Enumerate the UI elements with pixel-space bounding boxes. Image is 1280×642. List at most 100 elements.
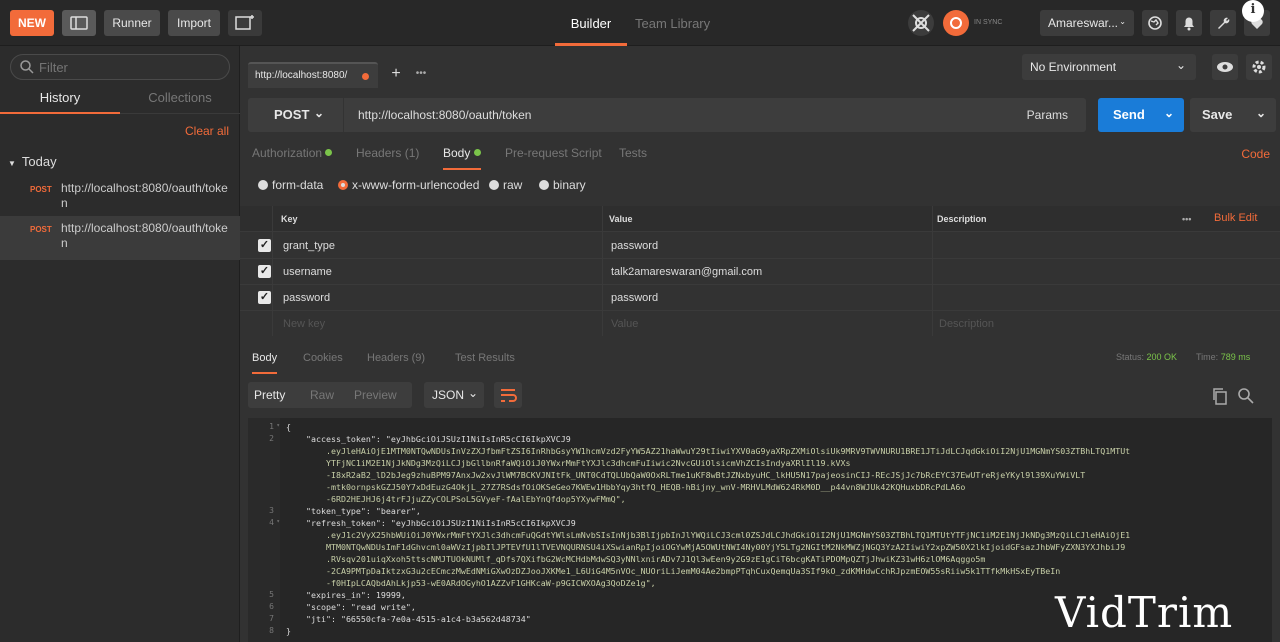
tab-headers[interactable]: Headers (1) xyxy=(356,146,419,160)
send-button[interactable]: Send ⌄ xyxy=(1098,98,1184,132)
add-tab-button[interactable]: + xyxy=(386,64,406,84)
code-line: .eyJleHAiOjE1MTM0NTQwNDUsInVzZXJfbmFtZSI… xyxy=(286,446,1131,456)
interceptor-icon[interactable] xyxy=(908,10,934,36)
sidebar-toggle-button[interactable] xyxy=(62,10,96,36)
history-item[interactable]: POST http://localhost:8080/oauth/token xyxy=(0,216,240,260)
request-tab[interactable]: http://localhost:8080/ xyxy=(248,62,378,88)
bulk-edit-link[interactable]: Bulk Edit xyxy=(1214,212,1257,224)
row-value[interactable]: password xyxy=(611,292,658,304)
notifications-button[interactable] xyxy=(1176,10,1202,36)
chevron-down-icon[interactable]: ⌄ xyxy=(1256,96,1266,130)
tab-body-label: Body xyxy=(443,146,471,160)
new-value-input[interactable]: Value xyxy=(611,318,638,330)
more-tabs-button[interactable]: ••• xyxy=(410,64,432,84)
search-icon xyxy=(20,60,34,74)
new-button[interactable]: NEW xyxy=(10,10,54,36)
line-number: 6 xyxy=(269,602,274,611)
params-button[interactable]: Params xyxy=(1027,108,1068,122)
radio-binary[interactable]: binary xyxy=(539,178,586,192)
new-key-input[interactable]: New key xyxy=(283,318,325,330)
status-label: Status: xyxy=(1116,352,1145,362)
clear-all-link[interactable]: Clear all xyxy=(185,124,229,138)
gear-icon xyxy=(1252,60,1266,74)
info-icon[interactable]: i xyxy=(1242,0,1264,22)
code-line: "token_type": "bearer", xyxy=(286,506,421,516)
new-description-input[interactable]: Description xyxy=(939,318,994,330)
tab-body[interactable]: Body xyxy=(443,146,481,170)
manage-environments-button[interactable] xyxy=(1246,54,1272,80)
code-line: .RVsqv201uiqXxoh5ttscNMJTUOkNUMlf_qDfs7Q… xyxy=(286,554,986,564)
new-window-button[interactable] xyxy=(228,10,262,36)
tab-response-body[interactable]: Body xyxy=(252,352,278,374)
pretty-button[interactable]: Pretty xyxy=(254,382,285,408)
settings-button[interactable] xyxy=(1210,10,1236,36)
params-table-header: Key Value Description ••• Bulk Edit xyxy=(240,206,1280,232)
line-number: 1 xyxy=(269,422,274,431)
tab-tests[interactable]: Tests xyxy=(619,146,647,160)
url-input[interactable]: http://localhost:8080/oauth/token xyxy=(358,108,531,122)
tab-pre-request-script[interactable]: Pre-request Script xyxy=(505,146,602,160)
tab-collections[interactable]: Collections xyxy=(120,84,240,114)
row-key[interactable]: username xyxy=(283,266,332,278)
tab-cookies[interactable]: Cookies xyxy=(303,352,343,364)
save-button[interactable]: Save ⌄ xyxy=(1190,98,1276,132)
watermark-logo: VidTrim xyxy=(1055,588,1234,637)
search-response-button[interactable] xyxy=(1236,386,1256,406)
radio-form-data[interactable]: form-data xyxy=(258,178,323,192)
wrap-button[interactable] xyxy=(494,382,522,408)
method-select[interactable]: POST ⌄ xyxy=(248,98,344,132)
row-checkbox[interactable]: ✓ xyxy=(258,265,271,278)
row-value[interactable]: password xyxy=(611,240,658,252)
environment-label: No Environment xyxy=(1030,60,1117,74)
runner-button[interactable]: Runner xyxy=(104,10,160,36)
tab-test-results[interactable]: Test Results xyxy=(455,352,515,364)
method-badge: POST xyxy=(30,185,52,194)
row-value[interactable]: talk2amareswaran@gmail.com xyxy=(611,266,762,278)
sync-status[interactable]: IN SYNC xyxy=(908,8,1028,38)
row-key[interactable]: grant_type xyxy=(283,240,335,252)
row-checkbox[interactable]: ✓ xyxy=(258,239,271,252)
filter-box[interactable] xyxy=(10,54,230,80)
fold-caret-icon[interactable]: ▾ xyxy=(274,518,280,525)
tab-response-headers[interactable]: Headers (9) xyxy=(367,352,425,364)
sidebar-tabs: History Collections xyxy=(0,84,240,114)
row-key[interactable]: password xyxy=(283,292,330,304)
format-select[interactable]: JSON ⌄ xyxy=(424,382,484,408)
environment-quick-look-button[interactable] xyxy=(1212,54,1238,80)
line-gutter: 1 2 3 4 5 6 7 8 ▾ ▾ xyxy=(248,418,280,642)
code-line: "refresh_token": "eyJhbGciOiJSUzI1NiIsIn… xyxy=(286,518,576,528)
radio-x-www-form-urlencoded[interactable]: x-www-form-urlencoded xyxy=(338,178,479,192)
tab-history[interactable]: History xyxy=(0,84,120,114)
history-item[interactable]: POST http://localhost:8080/oauth/token xyxy=(0,176,240,220)
code-line: "scope": "read write", xyxy=(286,602,416,612)
radio-icon xyxy=(258,180,268,190)
tab-authorization[interactable]: Authorization xyxy=(252,146,333,160)
more-options-icon[interactable]: ••• xyxy=(1182,214,1191,224)
status-value: 200 OK xyxy=(1146,352,1178,362)
chevron-down-icon[interactable]: ⌄ xyxy=(1164,96,1174,130)
raw-button[interactable]: Raw xyxy=(310,382,334,408)
tab-team-library[interactable]: Team Library xyxy=(635,0,755,46)
globe-button[interactable] xyxy=(1142,10,1168,36)
chevron-down-icon: ⌄ xyxy=(1175,58,1186,72)
code-link[interactable]: Code xyxy=(1241,147,1270,161)
code-line: { xyxy=(286,422,291,432)
tab-builder[interactable]: Builder xyxy=(555,0,627,46)
copy-icon xyxy=(1213,388,1227,405)
environment-select[interactable]: No Environment ⌄ xyxy=(1022,54,1196,80)
radio-raw[interactable]: raw xyxy=(489,178,522,192)
radio-icon xyxy=(489,180,499,190)
preview-button[interactable]: Preview xyxy=(354,382,397,408)
sync-icon xyxy=(943,10,969,36)
line-number: 7 xyxy=(269,614,274,623)
fold-caret-icon[interactable]: ▾ xyxy=(274,422,280,429)
history-group-today[interactable]: ▼ Today xyxy=(8,154,57,169)
user-menu[interactable]: Amareswar... ⌄ xyxy=(1040,10,1134,36)
row-checkbox[interactable]: ✓ xyxy=(258,291,271,304)
table-row: ✓ grant_type password xyxy=(240,233,1280,259)
code-line: "expires_in": 19999, xyxy=(286,590,406,600)
copy-button[interactable] xyxy=(1210,386,1230,406)
main-panel: http://localhost:8080/ + ••• No Environm… xyxy=(240,46,1280,642)
import-button[interactable]: Import xyxy=(168,10,220,36)
filter-input[interactable] xyxy=(39,59,219,75)
